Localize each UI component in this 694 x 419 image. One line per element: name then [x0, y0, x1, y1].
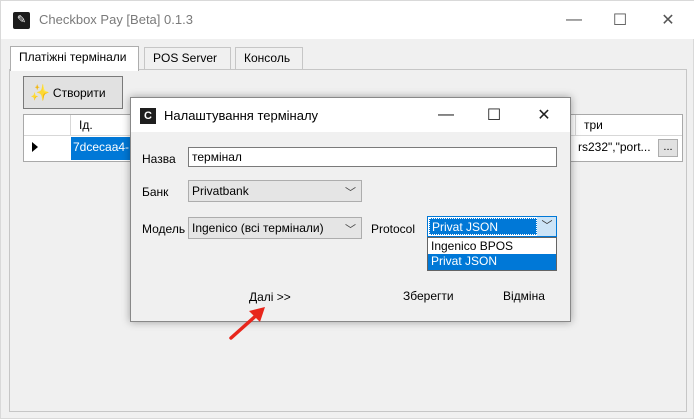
create-button-label: Створити — [52, 85, 106, 100]
chevron-down-icon: ﹀ — [345, 224, 356, 236]
model-select-value: Ingenico (всі термінали) — [192, 221, 324, 235]
name-label: Назва — [142, 152, 176, 166]
magic-wand-icon: ✨ — [30, 84, 50, 102]
dialog-logo-icon: C — [140, 108, 156, 124]
protocol-option-privat-json[interactable]: Privat JSON — [428, 254, 556, 270]
chevron-down-icon: ﹀ — [345, 187, 356, 199]
row-header-corner — [24, 115, 71, 136]
create-button[interactable]: ✨ Створити — [23, 76, 123, 109]
save-button[interactable]: Зберегти — [403, 289, 454, 303]
title-bar[interactable]: ✎ Checkbox Pay [Beta] 0.1.3 — ☐ ✕ — [1, 1, 694, 39]
dialog-title-bar[interactable]: C Налаштування терміналу — ☐ ✕ — [131, 98, 570, 132]
params-edit-button[interactable]: ... — [658, 139, 678, 157]
window-title: Checkbox Pay [Beta] 0.1.3 — [39, 12, 193, 27]
dialog-close-button[interactable]: ✕ — [519, 98, 569, 132]
dialog-title: Налаштування терміналу — [164, 108, 319, 123]
bank-label: Банк — [142, 185, 169, 199]
chevron-down-icon[interactable]: ﹀ — [537, 217, 556, 236]
model-label: Модель — [142, 222, 186, 236]
protocol-select[interactable]: Privat JSON ﹀ — [427, 216, 557, 237]
protocol-select-value: Privat JSON — [429, 218, 537, 235]
red-arrow-annotation — [229, 307, 265, 340]
dialog-minimize-button[interactable]: — — [421, 98, 471, 132]
protocol-dropdown-list: Ingenico BPOS Privat JSON — [427, 237, 557, 271]
main-window: ✎ Checkbox Pay [Beta] 0.1.3 — ☐ ✕ Платіж… — [0, 0, 694, 419]
close-button[interactable]: ✕ — [644, 1, 692, 39]
bank-select[interactable]: Privatbank ﹀ — [188, 180, 362, 202]
tab-payment-terminals[interactable]: Платіжні термінали — [10, 46, 139, 71]
dialog-maximize-button[interactable]: ☐ — [469, 98, 519, 132]
protocol-option-ingenico-bpos[interactable]: Ingenico BPOS — [428, 239, 556, 255]
cancel-button[interactable]: Відміна — [503, 289, 545, 303]
name-field[interactable]: термінал — [188, 147, 557, 167]
minimize-button[interactable]: — — [550, 1, 598, 39]
app-logo-icon: ✎ — [13, 12, 30, 29]
protocol-label: Protocol — [371, 222, 416, 236]
tab-console[interactable]: Консоль — [235, 47, 303, 69]
table-cell-params[interactable]: rs232","port... — [576, 137, 656, 160]
bank-select-value: Privatbank — [192, 184, 249, 198]
maximize-button[interactable]: ☐ — [596, 1, 644, 39]
model-select[interactable]: Ingenico (всі термінали) ﹀ — [188, 217, 362, 239]
table-cell-id[interactable]: 7dcecaa4- — [71, 137, 133, 160]
terminal-settings-dialog: C Налаштування терміналу — ☐ ✕ Назва тер… — [130, 97, 571, 322]
row-pointer-icon — [32, 142, 38, 152]
tab-pos-server[interactable]: POS Server — [144, 47, 231, 69]
column-header-params[interactable]: три — [576, 115, 682, 136]
